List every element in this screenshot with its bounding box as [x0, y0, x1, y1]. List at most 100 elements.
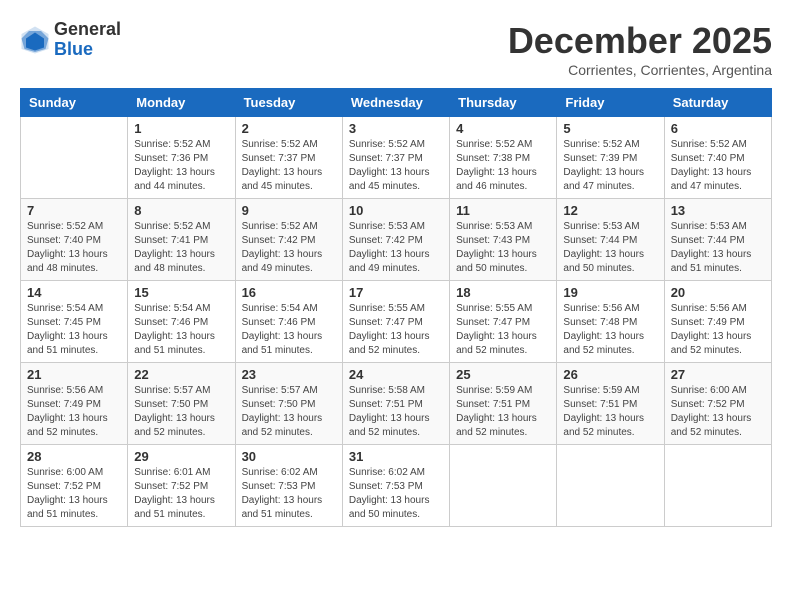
table-cell: 29 Sunrise: 6:01 AM Sunset: 7:52 PM Dayli…: [128, 445, 235, 527]
table-cell: 13 Sunrise: 5:53 AM Sunset: 7:44 PM Dayli…: [664, 199, 771, 281]
table-cell: 22 Sunrise: 5:57 AM Sunset: 7:50 PM Dayli…: [128, 363, 235, 445]
table-cell: 30 Sunrise: 6:02 AM Sunset: 7:53 PM Dayli…: [235, 445, 342, 527]
table-cell: 15 Sunrise: 5:54 AM Sunset: 7:46 PM Dayli…: [128, 281, 235, 363]
day-number: 30: [242, 449, 336, 464]
day-info: Sunrise: 5:56 AM Sunset: 7:49 PM Dayligh…: [671, 302, 765, 358]
table-cell: 17 Sunrise: 5:55 AM Sunset: 7:47 PM Dayli…: [342, 281, 449, 363]
day-info: Sunrise: 5:56 AM Sunset: 7:48 PM Dayligh…: [563, 302, 657, 358]
week-row-4: 21Sunrise: 5:56 AM Sunset: 7:49 PM Dayli…: [21, 363, 772, 445]
table-cell: 25 Sunrise: 5:59 AM Sunset: 7:51 PM Dayli…: [450, 363, 557, 445]
day-number: 12: [563, 203, 657, 218]
day-number: 18: [456, 285, 550, 300]
title-area: December 2025 Corrientes, Corrientes, Ar…: [508, 20, 772, 78]
col-sunday: Sunday: [21, 89, 128, 117]
calendar-header-row: Sunday Monday Tuesday Wednesday Thursday…: [21, 89, 772, 117]
logo-general: General: [54, 20, 121, 40]
table-cell: 16 Sunrise: 5:54 AM Sunset: 7:46 PM Dayli…: [235, 281, 342, 363]
day-info: Sunrise: 5:54 AM Sunset: 7:46 PM Dayligh…: [242, 302, 336, 358]
table-cell: 20Sunrise: 5:56 AM Sunset: 7:49 PM Dayli…: [664, 281, 771, 363]
day-number: 19: [563, 285, 657, 300]
day-number: 14: [27, 285, 121, 300]
col-friday: Friday: [557, 89, 664, 117]
day-info: Sunrise: 5:59 AM Sunset: 7:51 PM Dayligh…: [456, 384, 550, 440]
day-info: Sunrise: 5:52 AM Sunset: 7:36 PM Dayligh…: [134, 138, 228, 194]
day-info: Sunrise: 5:54 AM Sunset: 7:46 PM Dayligh…: [134, 302, 228, 358]
logo-icon: [20, 25, 50, 55]
day-number: 10: [349, 203, 443, 218]
day-info: Sunrise: 5:53 AM Sunset: 7:42 PM Dayligh…: [349, 220, 443, 276]
day-info: Sunrise: 5:52 AM Sunset: 7:39 PM Dayligh…: [563, 138, 657, 194]
day-info: Sunrise: 5:53 AM Sunset: 7:44 PM Dayligh…: [671, 220, 765, 276]
table-cell: 9 Sunrise: 5:52 AM Sunset: 7:42 PM Daylig…: [235, 199, 342, 281]
col-tuesday: Tuesday: [235, 89, 342, 117]
week-row-3: 14 Sunrise: 5:54 AM Sunset: 7:45 PM Dayli…: [21, 281, 772, 363]
table-cell: [557, 445, 664, 527]
day-number: 7: [27, 203, 121, 218]
table-cell: 21Sunrise: 5:56 AM Sunset: 7:49 PM Dayli…: [21, 363, 128, 445]
day-info: Sunrise: 5:52 AM Sunset: 7:41 PM Dayligh…: [134, 220, 228, 276]
day-number: 15: [134, 285, 228, 300]
day-info: Sunrise: 5:55 AM Sunset: 7:47 PM Dayligh…: [456, 302, 550, 358]
day-number: 1: [134, 121, 228, 136]
day-number: 16: [242, 285, 336, 300]
day-number: 2: [242, 121, 336, 136]
logo-blue: Blue: [54, 40, 121, 60]
day-number: 29: [134, 449, 228, 464]
page-header: General Blue December 2025 Corrientes, C…: [20, 20, 772, 78]
day-number: 28: [27, 449, 121, 464]
table-cell: 24 Sunrise: 5:58 AM Sunset: 7:51 PM Dayli…: [342, 363, 449, 445]
table-cell: 10 Sunrise: 5:53 AM Sunset: 7:42 PM Dayli…: [342, 199, 449, 281]
calendar-table: Sunday Monday Tuesday Wednesday Thursday…: [20, 88, 772, 527]
table-cell: 23Sunrise: 5:57 AM Sunset: 7:50 PM Dayli…: [235, 363, 342, 445]
day-info: Sunrise: 5:52 AM Sunset: 7:40 PM Dayligh…: [27, 220, 121, 276]
day-info: Sunrise: 5:53 AM Sunset: 7:44 PM Dayligh…: [563, 220, 657, 276]
day-info: Sunrise: 5:58 AM Sunset: 7:51 PM Dayligh…: [349, 384, 443, 440]
day-info: Sunrise: 5:53 AM Sunset: 7:43 PM Dayligh…: [456, 220, 550, 276]
week-row-5: 28 Sunrise: 6:00 AM Sunset: 7:52 PM Dayli…: [21, 445, 772, 527]
col-saturday: Saturday: [664, 89, 771, 117]
day-info: Sunrise: 5:52 AM Sunset: 7:37 PM Dayligh…: [349, 138, 443, 194]
day-number: 22: [134, 367, 228, 382]
table-cell: 2 Sunrise: 5:52 AM Sunset: 7:37 PM Daylig…: [235, 117, 342, 199]
day-info: Sunrise: 5:55 AM Sunset: 7:47 PM Dayligh…: [349, 302, 443, 358]
day-number: 17: [349, 285, 443, 300]
day-number: 5: [563, 121, 657, 136]
day-number: 24: [349, 367, 443, 382]
table-cell: 11 Sunrise: 5:53 AM Sunset: 7:43 PM Dayli…: [450, 199, 557, 281]
location-subtitle: Corrientes, Corrientes, Argentina: [508, 62, 772, 78]
day-info: Sunrise: 5:57 AM Sunset: 7:50 PM Dayligh…: [134, 384, 228, 440]
table-cell: 26Sunrise: 5:59 AM Sunset: 7:51 PM Dayli…: [557, 363, 664, 445]
day-info: Sunrise: 6:02 AM Sunset: 7:53 PM Dayligh…: [242, 466, 336, 522]
day-info: Sunrise: 5:52 AM Sunset: 7:40 PM Dayligh…: [671, 138, 765, 194]
day-info: Sunrise: 5:52 AM Sunset: 7:42 PM Dayligh…: [242, 220, 336, 276]
day-info: Sunrise: 6:02 AM Sunset: 7:53 PM Dayligh…: [349, 466, 443, 522]
day-number: 31: [349, 449, 443, 464]
day-number: 9: [242, 203, 336, 218]
day-info: Sunrise: 5:52 AM Sunset: 7:37 PM Dayligh…: [242, 138, 336, 194]
logo: General Blue: [20, 20, 121, 60]
day-info: Sunrise: 5:57 AM Sunset: 7:50 PM Dayligh…: [242, 384, 336, 440]
table-cell: 4Sunrise: 5:52 AM Sunset: 7:38 PM Daylig…: [450, 117, 557, 199]
table-cell: 5 Sunrise: 5:52 AM Sunset: 7:39 PM Daylig…: [557, 117, 664, 199]
day-number: 4: [456, 121, 550, 136]
week-row-1: 1 Sunrise: 5:52 AM Sunset: 7:36 PM Daylig…: [21, 117, 772, 199]
table-cell: [21, 117, 128, 199]
table-cell: 8Sunrise: 5:52 AM Sunset: 7:41 PM Daylig…: [128, 199, 235, 281]
table-cell: 12 Sunrise: 5:53 AM Sunset: 7:44 PM Dayli…: [557, 199, 664, 281]
table-cell: 18 Sunrise: 5:55 AM Sunset: 7:47 PM Dayli…: [450, 281, 557, 363]
day-info: Sunrise: 5:54 AM Sunset: 7:45 PM Dayligh…: [27, 302, 121, 358]
day-info: Sunrise: 6:00 AM Sunset: 7:52 PM Dayligh…: [671, 384, 765, 440]
day-number: 11: [456, 203, 550, 218]
table-cell: 28 Sunrise: 6:00 AM Sunset: 7:52 PM Dayli…: [21, 445, 128, 527]
table-cell: 3Sunrise: 5:52 AM Sunset: 7:37 PM Daylig…: [342, 117, 449, 199]
day-info: Sunrise: 6:01 AM Sunset: 7:52 PM Dayligh…: [134, 466, 228, 522]
table-cell: [664, 445, 771, 527]
table-cell: 19 Sunrise: 5:56 AM Sunset: 7:48 PM Dayli…: [557, 281, 664, 363]
day-number: 13: [671, 203, 765, 218]
logo-text: General Blue: [54, 20, 121, 60]
day-info: Sunrise: 6:00 AM Sunset: 7:52 PM Dayligh…: [27, 466, 121, 522]
day-number: 25: [456, 367, 550, 382]
day-number: 6: [671, 121, 765, 136]
day-number: 26: [563, 367, 657, 382]
table-cell: 14 Sunrise: 5:54 AM Sunset: 7:45 PM Dayli…: [21, 281, 128, 363]
